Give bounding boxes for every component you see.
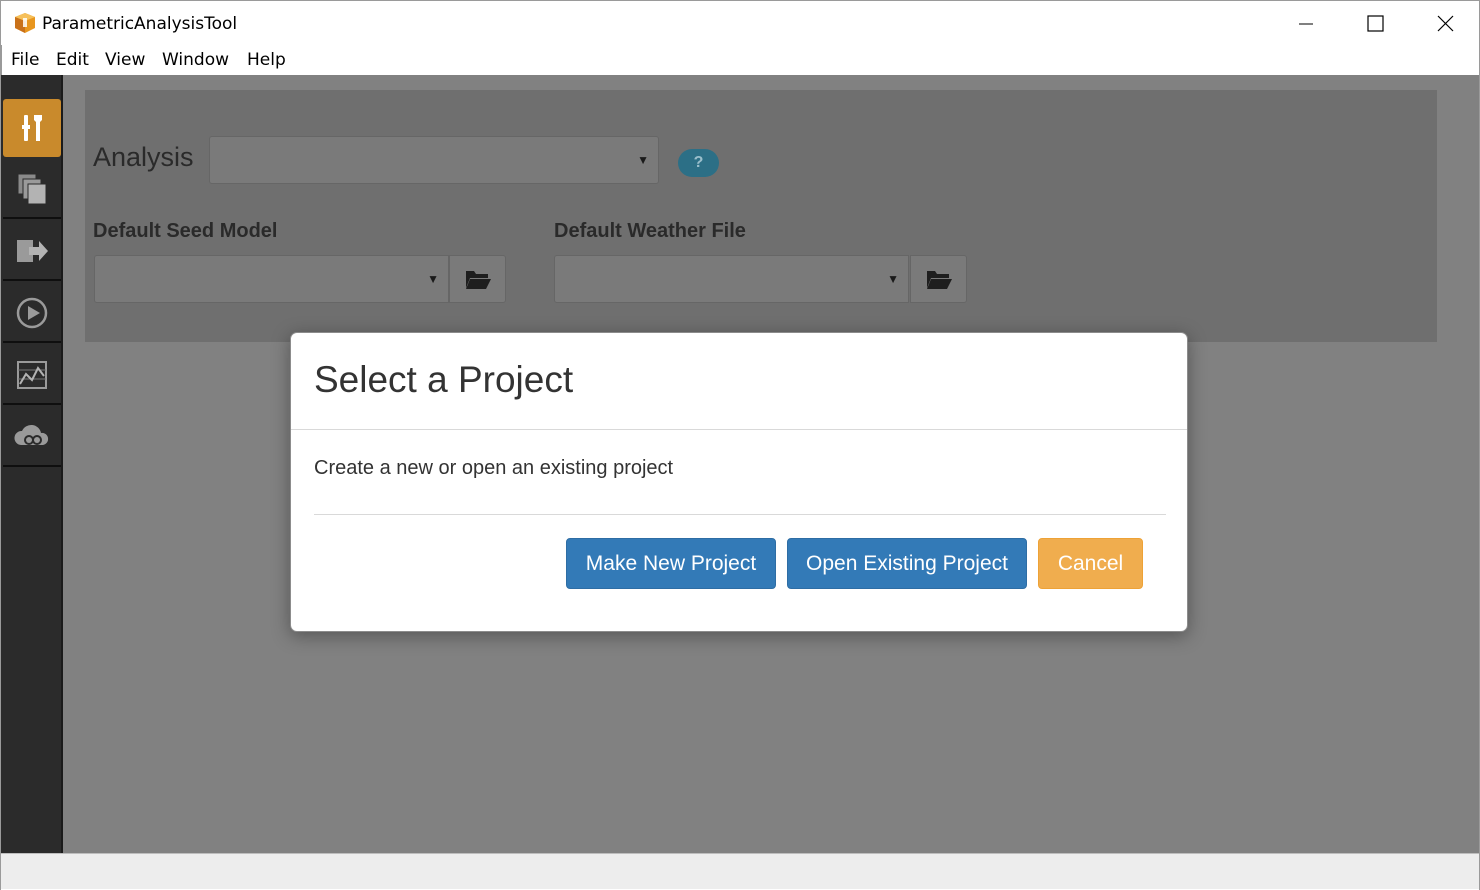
analysis-label: Analysis bbox=[93, 142, 194, 172]
maximize-button[interactable] bbox=[1340, 1, 1410, 46]
make-new-project-button[interactable]: Make New Project bbox=[566, 538, 776, 589]
title-bar: ParametricAnalysisTool bbox=[0, 0, 1480, 45]
copy-pages-icon bbox=[17, 173, 47, 205]
sidebar bbox=[1, 75, 63, 853]
window-title: ParametricAnalysisTool bbox=[42, 14, 238, 34]
close-icon bbox=[1437, 15, 1453, 32]
sidebar-item-run[interactable] bbox=[3, 285, 61, 343]
seed-model-browse-button[interactable] bbox=[449, 255, 506, 303]
weather-file-select[interactable]: ▼ bbox=[554, 255, 909, 303]
menu-file[interactable]: File bbox=[11, 50, 39, 70]
menu-window[interactable]: Window bbox=[162, 50, 229, 70]
project-settings-panel: Analysis ▼ ? Default Seed Model ▼ Defaul… bbox=[85, 90, 1437, 342]
weather-file-label: Default Weather File bbox=[554, 220, 746, 242]
menu-bar: File Edit View Window Help bbox=[1, 45, 1479, 75]
menu-view[interactable]: View bbox=[105, 50, 145, 70]
sidebar-item-measures[interactable] bbox=[3, 99, 61, 157]
minimize-button[interactable] bbox=[1271, 1, 1341, 46]
cloud-os-icon bbox=[14, 424, 49, 445]
dialog-title: Select a Project bbox=[314, 359, 574, 400]
sidebar-item-reports[interactable] bbox=[3, 347, 61, 405]
select-project-dialog: Select a Project Create a new or open an… bbox=[290, 332, 1188, 632]
tools-icon bbox=[22, 115, 42, 141]
cancel-button[interactable]: Cancel bbox=[1038, 538, 1143, 589]
sidebar-item-outputs[interactable] bbox=[3, 223, 61, 281]
seed-model-select[interactable]: ▼ bbox=[94, 255, 449, 303]
folder-open-icon bbox=[926, 271, 952, 289]
menu-help[interactable]: Help bbox=[247, 50, 286, 70]
chevron-down-icon: ▼ bbox=[637, 153, 649, 167]
maximize-icon bbox=[1366, 15, 1384, 32]
dialog-divider bbox=[314, 514, 1166, 515]
dialog-message: Create a new or open an existing project bbox=[314, 457, 674, 479]
dialog-header: Select a Project bbox=[291, 333, 1187, 430]
sidebar-item-server[interactable] bbox=[3, 409, 61, 467]
chevron-down-icon: ▼ bbox=[427, 272, 439, 286]
status-bar bbox=[1, 853, 1479, 889]
open-existing-project-button[interactable]: Open Existing Project bbox=[787, 538, 1027, 589]
help-button[interactable]: ? bbox=[678, 149, 719, 177]
minimize-icon bbox=[1299, 23, 1313, 24]
close-button[interactable] bbox=[1410, 1, 1480, 46]
folder-open-icon bbox=[465, 271, 491, 289]
chart-report-icon bbox=[17, 361, 47, 389]
sidebar-item-design-alternatives[interactable] bbox=[3, 161, 61, 219]
seed-model-label: Default Seed Model bbox=[93, 220, 278, 242]
export-icon bbox=[17, 240, 48, 262]
play-icon bbox=[16, 297, 48, 329]
weather-file-browse-button[interactable] bbox=[910, 255, 967, 303]
menu-edit[interactable]: Edit bbox=[56, 50, 89, 70]
analysis-select[interactable]: ▼ bbox=[209, 136, 659, 184]
app-logo-icon bbox=[15, 13, 35, 33]
chevron-down-icon: ▼ bbox=[887, 272, 899, 286]
